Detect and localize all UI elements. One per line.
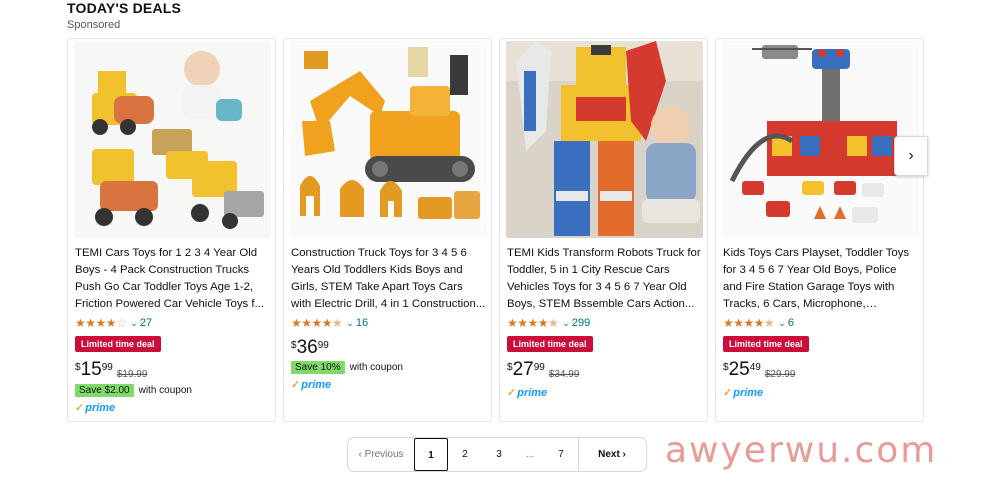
section-title: TODAY'S DEALS	[67, 0, 182, 16]
star-rating-icon: ★★★★★	[723, 316, 775, 330]
price: $ 36 99	[291, 337, 329, 358]
chevron-right-icon: ›	[619, 449, 626, 460]
product-image[interactable]	[290, 41, 487, 238]
product-title[interactable]: TEMI Kids Transform Robots Truck for Tod…	[507, 245, 702, 313]
rating-count[interactable]: 299	[572, 317, 590, 329]
page-1-button[interactable]: 1	[414, 438, 448, 471]
rating[interactable]: ★★★★☆ ⌄ 27	[75, 316, 152, 330]
prime-badge: ✓ prime	[291, 378, 332, 392]
price: $ 27 99 $34.99	[507, 359, 580, 380]
chevron-down-icon[interactable]: ⌄	[130, 318, 138, 329]
rating-count[interactable]: 16	[356, 317, 368, 329]
product-title[interactable]: TEMI Cars Toys for 1 2 3 4 Year Old Boys…	[75, 245, 270, 313]
previous-page-button[interactable]: ‹ Previous	[348, 449, 414, 460]
chevron-down-icon[interactable]: ⌄	[562, 318, 570, 329]
prime-check-icon: ✓	[75, 402, 85, 414]
coupon-badge: Save $2.00	[75, 384, 134, 397]
list-price: $29.99	[764, 369, 796, 380]
rating-count[interactable]: 27	[140, 317, 152, 329]
page-2-button[interactable]: 2	[448, 437, 482, 472]
price: $ 25 49 $29.99	[723, 359, 796, 380]
product-image[interactable]	[74, 41, 271, 238]
product-image[interactable]	[722, 41, 919, 238]
transform-robot-truck-image	[506, 41, 703, 238]
product-image[interactable]	[506, 41, 703, 238]
prime-badge: ✓ prime	[507, 386, 548, 400]
product-card[interactable]: Construction Truck Toys for 3 4 5 6 Year…	[283, 38, 492, 422]
coupon-badge: Save 10%	[291, 361, 345, 374]
deal-badge: Limited time deal	[507, 336, 593, 352]
product-card[interactable]: Kids Toys Cars Playset, Toddler Toys for…	[715, 38, 924, 422]
rating[interactable]: ★★★★★ ⌄ 6	[723, 316, 794, 330]
product-title[interactable]: Kids Toys Cars Playset, Toddler Toys for…	[723, 245, 918, 313]
price: $ 15 99 $19.99	[75, 359, 148, 380]
prime-check-icon: ✓	[507, 387, 517, 399]
carousel-next-button[interactable]: ›	[894, 136, 928, 176]
deal-badge: Limited time deal	[723, 336, 809, 352]
list-price: $19.99	[116, 369, 148, 380]
page-3-button[interactable]: 3	[482, 437, 516, 472]
product-card[interactable]: TEMI Cars Toys for 1 2 3 4 Year Old Boys…	[67, 38, 276, 422]
toy-construction-cars-image	[74, 41, 271, 238]
prime-check-icon: ✓	[291, 379, 301, 391]
page-7-button[interactable]: 7	[544, 437, 578, 472]
product-title[interactable]: Construction Truck Toys for 3 4 5 6 Year…	[291, 245, 486, 313]
rating[interactable]: ★★★★★ ⌄ 16	[291, 316, 368, 330]
rating-count[interactable]: 6	[788, 317, 794, 329]
list-price: $34.99	[548, 369, 580, 380]
toy-excavator-image	[290, 41, 487, 238]
coupon: Save 10% with coupon	[291, 361, 403, 374]
pagination-ellipsis: ...	[525, 449, 535, 460]
star-rating-icon: ★★★★★	[507, 316, 559, 330]
coupon: Save $2.00 with coupon	[75, 384, 192, 397]
star-rating-icon: ★★★★☆	[75, 316, 127, 330]
star-rating-icon: ★★★★★	[291, 316, 343, 330]
sponsored-label: Sponsored	[67, 19, 121, 31]
deal-badge: Limited time deal	[75, 336, 161, 352]
next-page-button[interactable]: Next ›	[578, 437, 645, 472]
product-card[interactable]: TEMI Kids Transform Robots Truck for Tod…	[499, 38, 708, 422]
chevron-right-icon: ›	[908, 147, 914, 164]
prime-check-icon: ✓	[723, 387, 733, 399]
pagination: ‹ Previous 1 2 3 ... 7 Next ›	[347, 437, 647, 472]
watermark: awyerwu.com	[665, 430, 938, 471]
prime-badge: ✓ prime	[723, 386, 764, 400]
prime-badge: ✓ prime	[75, 401, 116, 415]
rating[interactable]: ★★★★★ ⌄ 299	[507, 316, 590, 330]
chevron-down-icon[interactable]: ⌄	[346, 318, 354, 329]
chevron-down-icon[interactable]: ⌄	[778, 318, 786, 329]
police-fire-station-playset-image	[722, 41, 919, 238]
